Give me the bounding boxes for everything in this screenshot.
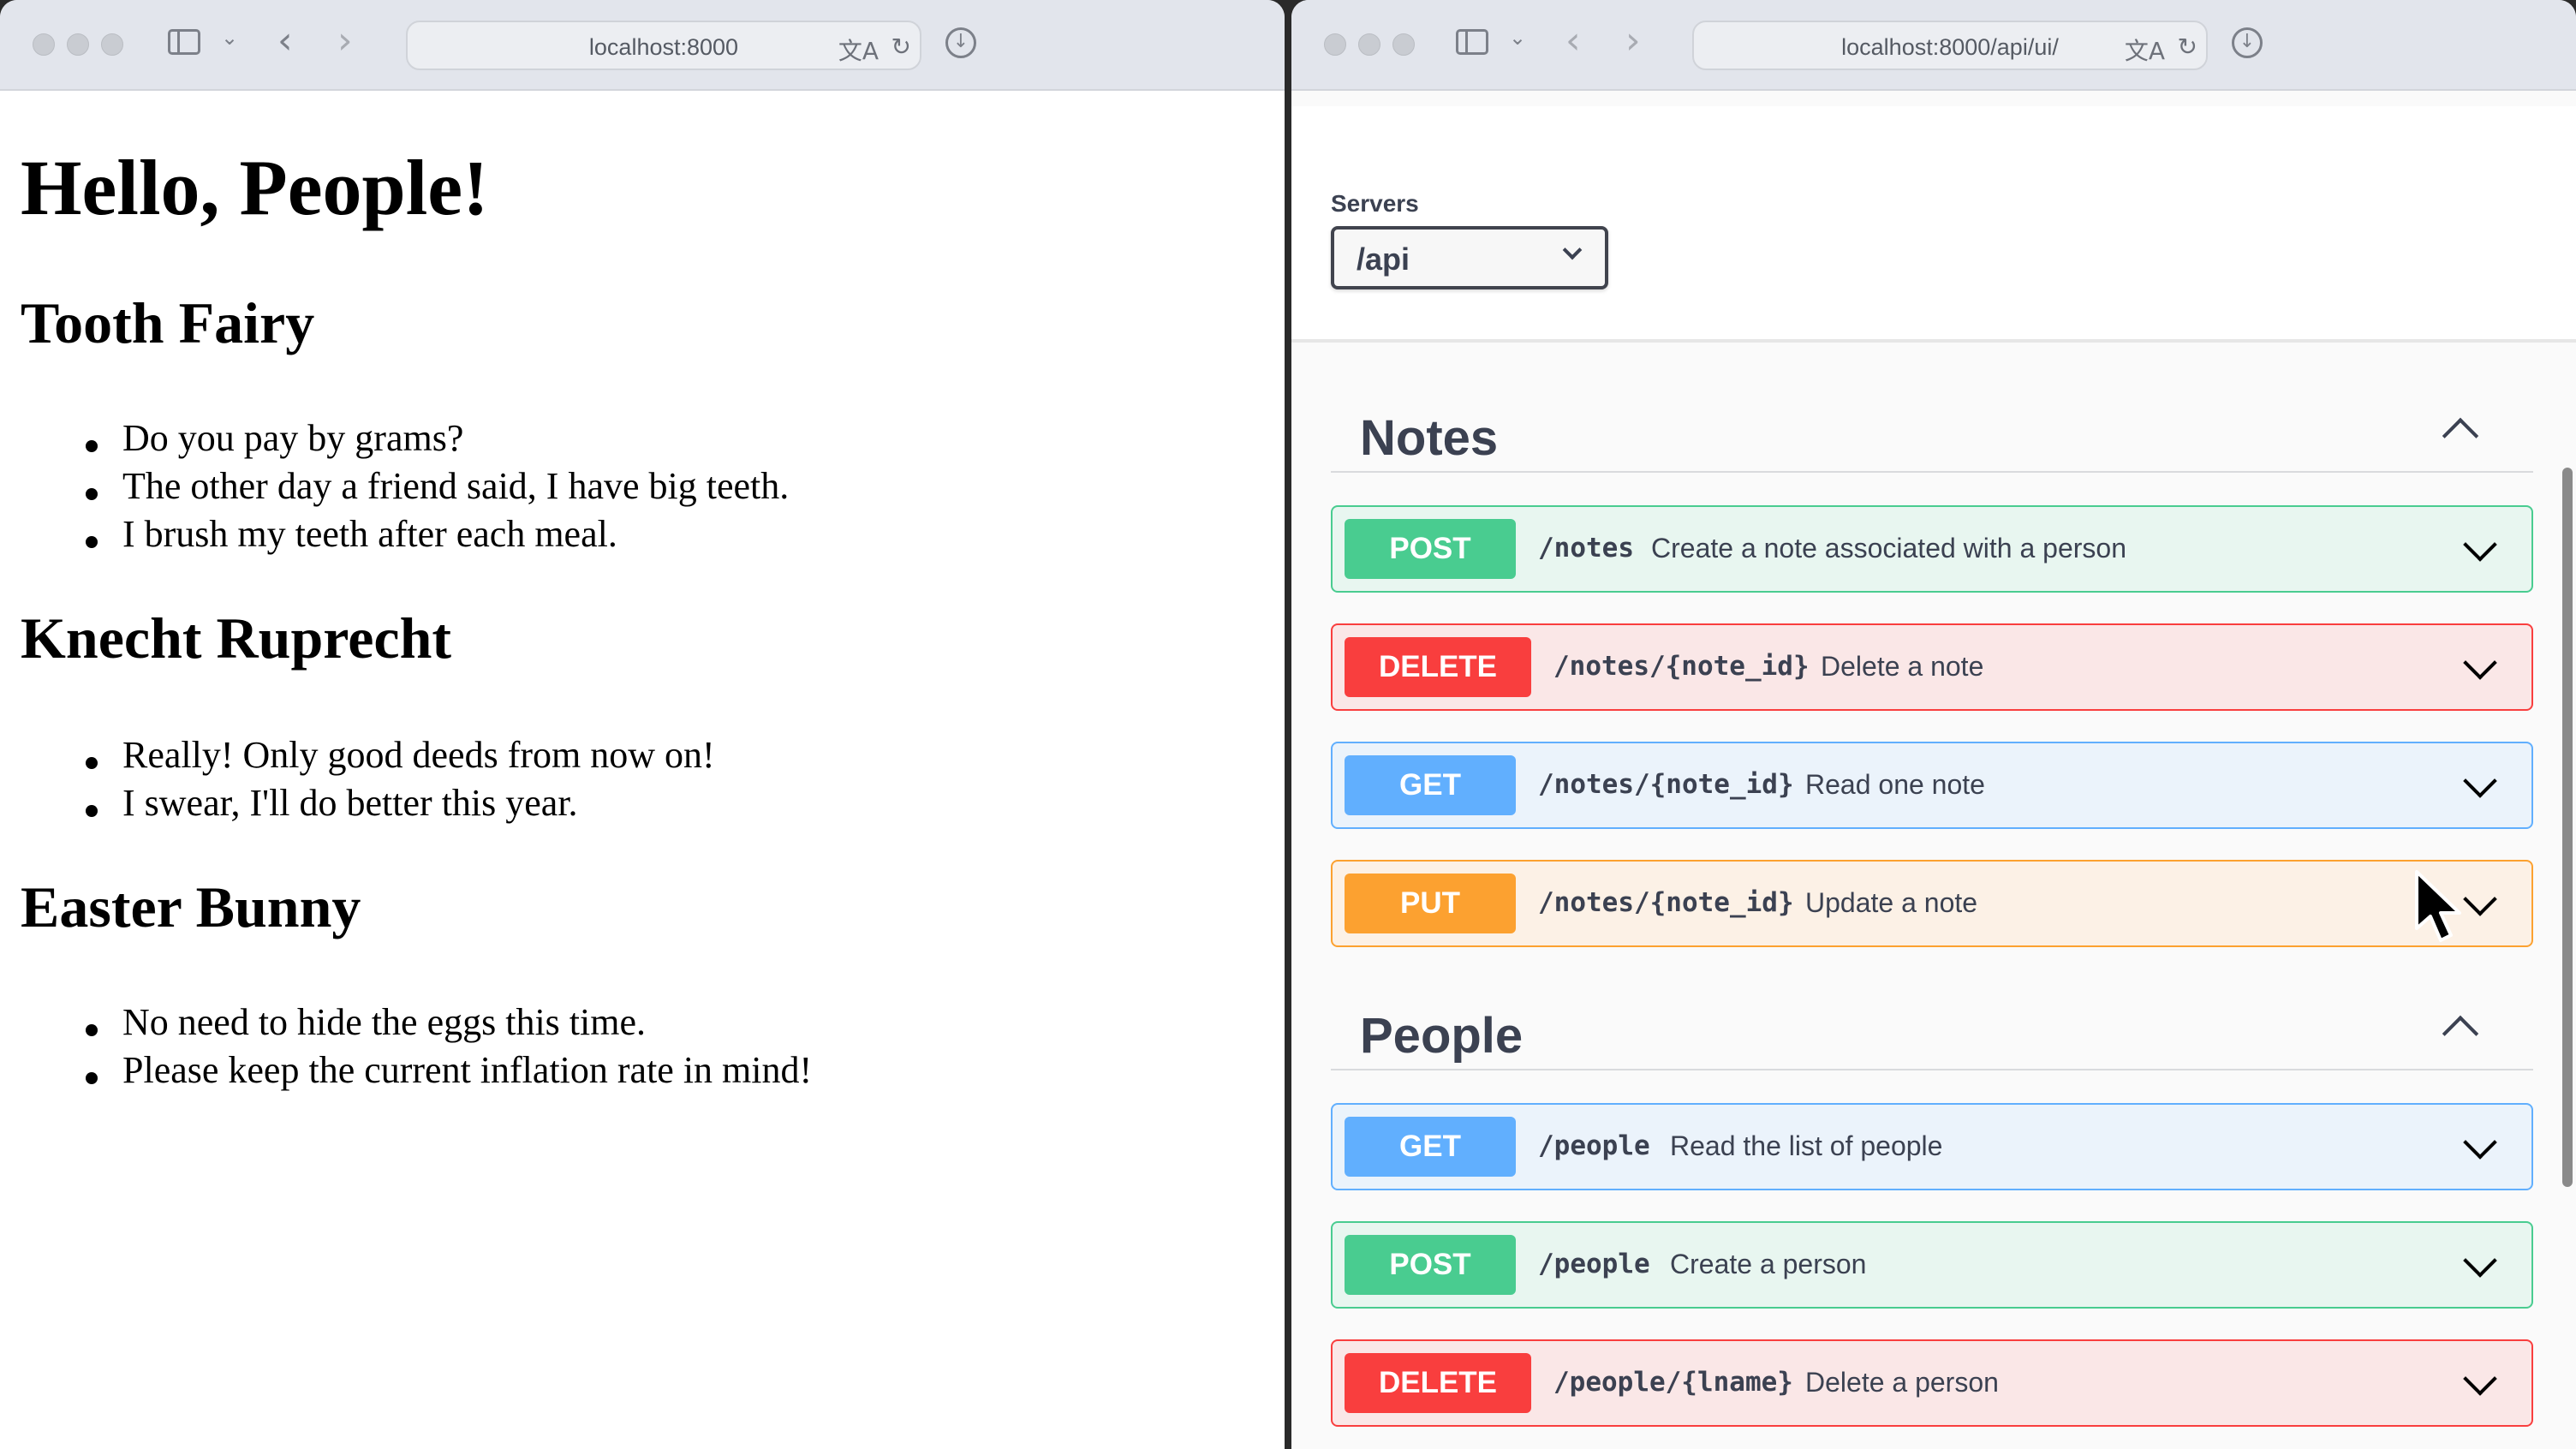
page-content: Hello, People! Tooth Fairy Do you pay by…: [0, 91, 1285, 1449]
scrollbar[interactable]: [2562, 468, 2573, 1187]
person-heading: Knecht Ruprecht: [21, 605, 452, 671]
download-icon[interactable]: ↓: [2232, 27, 2263, 58]
chevron-right-icon[interactable]: ›: [337, 19, 353, 63]
minimize-window-button[interactable]: [67, 33, 89, 56]
translate-icon[interactable]: 文A: [2125, 33, 2165, 67]
method-badge: POST: [1345, 519, 1516, 579]
browser-window-left: ⌄ ‹ › localhost:8000 文A ↻ ↓ Hello, Peopl…: [0, 0, 1285, 1449]
list-bullet: [86, 440, 98, 452]
operation-summary: Read the list of people: [1670, 1130, 1943, 1161]
translate-icon[interactable]: 文A: [838, 33, 879, 67]
chevron-down-icon[interactable]: [2463, 1362, 2497, 1396]
operation-post-notes[interactable]: POST /notes Create a note associated wit…: [1331, 505, 2533, 593]
list-item: No need to hide the eggs this time.: [122, 1001, 646, 1043]
chevron-down-icon[interactable]: [2463, 646, 2497, 680]
operation-delete-person[interactable]: DELETE /people/{lname} Delete a person: [1331, 1339, 2533, 1427]
list-item: I swear, I'll do better this year.: [122, 782, 578, 824]
chevron-down-icon[interactable]: [2463, 1243, 2497, 1278]
address-bar[interactable]: localhost:8000/api/ui/ 文A ↻: [1692, 21, 2208, 70]
close-window-button[interactable]: [1324, 33, 1346, 56]
chevron-up-icon[interactable]: [2442, 1015, 2479, 1052]
person-heading: Easter Bunny: [21, 874, 361, 939]
browser-toolbar: ⌄ ‹ › localhost:8000/api/ui/ 文A ↻ ↓: [1291, 0, 2576, 91]
chevron-down-icon[interactable]: [2463, 764, 2497, 798]
download-icon[interactable]: ↓: [945, 27, 976, 58]
method-badge: DELETE: [1345, 1353, 1531, 1413]
browser-window-right: ⌄ ‹ › localhost:8000/api/ui/ 文A ↻ ↓ Serv…: [1291, 0, 2576, 1449]
operation-summary: Create a person: [1670, 1249, 1867, 1279]
method-badge: GET: [1345, 1117, 1516, 1177]
chevron-up-icon[interactable]: [2442, 417, 2479, 455]
servers-label: Servers: [1331, 190, 1419, 217]
operation-path: /notes/{note_id}: [1538, 769, 1794, 800]
method-badge: PUT: [1345, 874, 1516, 933]
chevron-right-icon[interactable]: ›: [1625, 19, 1641, 63]
operation-path: /notes/{note_id}: [1553, 651, 1810, 682]
list-item: Do you pay by grams?: [122, 417, 464, 459]
sidebar-icon[interactable]: [1456, 29, 1488, 55]
operation-summary: Delete a person: [1805, 1367, 1999, 1398]
servers-panel: Servers /api: [1291, 106, 2576, 343]
reload-icon[interactable]: ↻: [2178, 33, 2197, 61]
reload-icon[interactable]: ↻: [891, 33, 911, 61]
chevron-down-icon[interactable]: ⌄: [1509, 26, 1526, 50]
list-item: Please keep the current inflation rate i…: [122, 1049, 813, 1091]
list-bullet: [86, 757, 98, 769]
operation-path: /people/{lname}: [1553, 1367, 1793, 1398]
swagger-ui: Servers /api Notes POST /notes Create a …: [1291, 91, 2576, 1449]
address-bar[interactable]: localhost:8000 文A ↻: [406, 21, 921, 70]
chevron-down-icon: [1562, 240, 1583, 260]
browser-toolbar: ⌄ ‹ › localhost:8000 文A ↻ ↓: [0, 0, 1285, 91]
list-bullet: [86, 536, 98, 548]
list-bullet: [86, 488, 98, 500]
servers-select-value: /api: [1357, 242, 1410, 277]
minimize-window-button[interactable]: [1358, 33, 1380, 56]
operation-summary: Create a note associated with a person: [1651, 533, 2126, 564]
list-item: Really! Only good deeds from now on!: [122, 734, 715, 776]
operation-get-note[interactable]: GET /notes/{note_id} Read one note: [1331, 742, 2533, 829]
method-badge: POST: [1345, 1235, 1516, 1295]
zoom-window-button[interactable]: [1392, 33, 1415, 56]
page-title: Hello, People!: [21, 144, 489, 231]
operation-summary: Update a note: [1805, 887, 1978, 918]
operation-delete-note[interactable]: DELETE /notes/{note_id} Delete a note: [1331, 623, 2533, 711]
list-bullet: [86, 805, 98, 817]
chevron-down-icon[interactable]: [2463, 1125, 2497, 1160]
tag-header-notes[interactable]: Notes: [1331, 391, 2533, 473]
mouse-cursor-icon: [2415, 870, 2461, 942]
tag-title: Notes: [1360, 410, 1499, 466]
list-item: The other day a friend said, I have big …: [122, 465, 790, 507]
operation-get-people[interactable]: GET /people Read the list of people: [1331, 1103, 2533, 1190]
method-badge: DELETE: [1345, 637, 1531, 697]
operation-path: /people: [1538, 1130, 1650, 1161]
list-bullet: [86, 1024, 98, 1036]
chevron-left-icon[interactable]: ‹: [1565, 19, 1581, 63]
operation-post-people[interactable]: POST /people Create a person: [1331, 1221, 2533, 1309]
list-bullet: [86, 1072, 98, 1084]
chevron-down-icon[interactable]: [2463, 528, 2497, 562]
servers-select[interactable]: /api: [1331, 226, 1608, 289]
chevron-left-icon[interactable]: ‹: [277, 19, 293, 63]
list-item: I brush my teeth after each meal.: [122, 513, 617, 555]
tag-header-people[interactable]: People: [1331, 988, 2533, 1070]
close-window-button[interactable]: [33, 33, 55, 56]
operation-path: /notes: [1538, 533, 1634, 564]
operation-put-note[interactable]: PUT /notes/{note_id} Update a note: [1331, 860, 2533, 947]
operation-path: /people: [1538, 1249, 1650, 1279]
chevron-down-icon[interactable]: ⌄: [221, 26, 238, 50]
sidebar-icon[interactable]: [168, 29, 200, 55]
zoom-window-button[interactable]: [101, 33, 123, 56]
operation-path: /notes/{note_id}: [1538, 887, 1794, 918]
operation-summary: Read one note: [1805, 769, 1985, 800]
operation-summary: Delete a note: [1821, 651, 1984, 682]
tag-title: People: [1360, 1008, 1524, 1064]
person-heading: Tooth Fairy: [21, 290, 315, 355]
method-badge: GET: [1345, 755, 1516, 815]
